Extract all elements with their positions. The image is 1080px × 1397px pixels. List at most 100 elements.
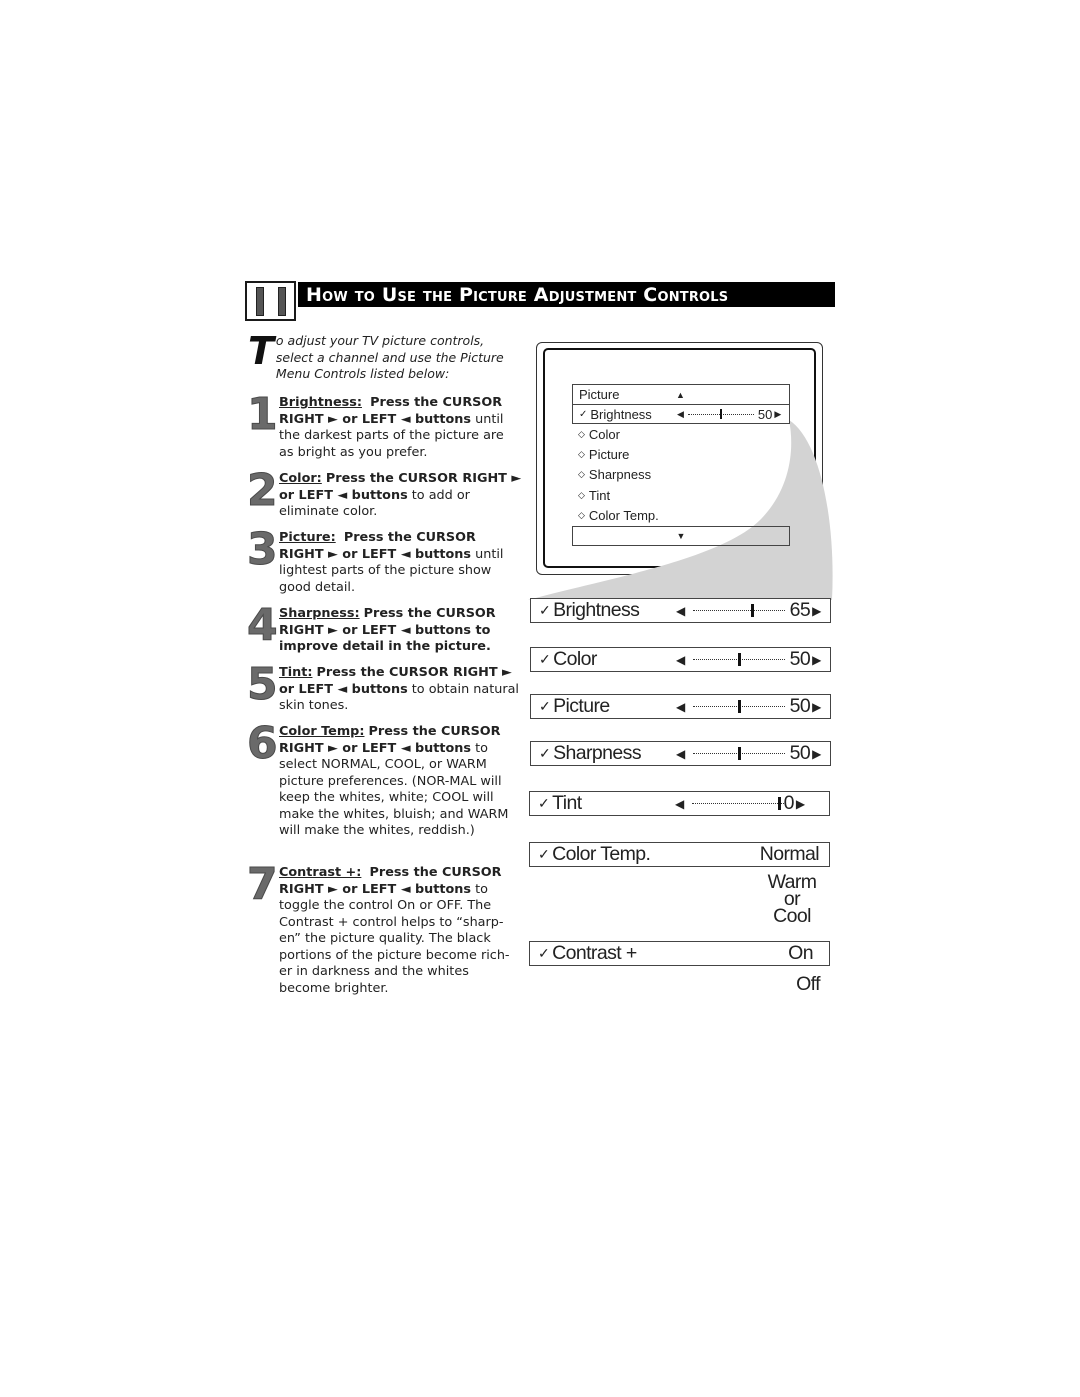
setting-color[interactable]: ✓ Color ◀ 50 ▶ [530,647,831,672]
setting-tint[interactable]: ✓ Tint ◀ 0 ▶ [529,791,830,816]
diamond-icon: ◇ [578,489,585,500]
mini-brightness-slider[interactable]: ◀ 50 ▶ [677,407,781,422]
check-icon: ✓ [539,745,551,761]
setting-label: Contrast + [552,942,637,964]
right-arrow-icon[interactable]: ▶ [812,604,821,618]
step-color-temp: 6 Color Temp: Press the CURSOR RIGHT ► o… [247,718,522,840]
left-arrow-icon[interactable]: ◀ [676,604,685,618]
left-arrow-icon[interactable]: ◀ [676,653,685,667]
tv-menu-item-sharpness[interactable]: ◇ Sharpness [572,465,790,485]
color-slider[interactable]: ◀ 50 ▶ [676,648,821,671]
step-color: 2 Color: Press the CURSOR RIGHT ► or LEF… [247,465,522,521]
slider-track [692,747,785,760]
diamond-icon: ◇ [578,428,585,439]
slider-value: 50 [789,742,811,764]
setting-brightness[interactable]: ✓ Brightness ◀ 65 ▶ [530,598,831,623]
tv-menu-item-color[interactable]: ◇ Color [572,424,790,444]
picture-slider[interactable]: ◀ 50 ▶ [676,695,821,718]
contrast-value: On [788,942,813,964]
tv-menu-item-picture[interactable]: ◇ Picture [572,444,790,464]
tv-menu-item-brightness[interactable]: ✓ Brightness ◀ 50 ▶ [572,404,790,424]
left-arrow-icon[interactable]: ◀ [677,409,684,420]
left-arrow-icon[interactable]: ◀ [675,797,684,811]
right-arrow-icon[interactable]: ▶ [812,747,821,761]
sharpness-slider[interactable]: ◀ 50 ▶ [676,742,821,765]
contrast-option-off: Off [796,973,820,995]
slider-track [687,408,754,419]
tv-menu-item-label: Picture [588,447,630,463]
slider-knob[interactable] [719,408,722,419]
check-icon: ✓ [538,945,550,961]
tint-slider[interactable]: ◀ 0 ▶ [675,792,805,815]
scroll-up-icon[interactable]: ▲ [676,390,685,400]
diamond-icon: ◇ [578,510,585,521]
setting-label: Tint [552,792,582,814]
setting-contrast-plus[interactable]: ✓ Contrast + On [529,941,830,966]
check-icon: ✓ [538,795,550,811]
tv-menu-item-label: Color Temp. [588,508,659,524]
slider-knob[interactable] [751,604,755,617]
check-icon: ✓ [539,602,551,618]
tv-menu-title: Picture [579,387,620,402]
color-temp-option-cool: Cool [773,905,811,927]
right-arrow-icon[interactable]: ▶ [812,653,821,667]
section-title-text: How to Use the Picture Adjustment Contro… [306,283,729,306]
intro-text: o adjust your TV picture controls, selec… [275,333,504,381]
left-arrow-icon[interactable]: ◀ [676,747,685,761]
slider-value: 0 [783,792,795,814]
color-temp-value: Normal [759,843,820,865]
step-label: Brightness: [279,395,362,410]
slider-knob[interactable] [737,653,741,666]
tv-menu-item-tint[interactable]: ◇ Tint [572,485,790,505]
step-description: to toggle the control On or OFF. The Con… [279,881,510,996]
check-icon: ✓ [539,698,551,714]
left-arrow-icon[interactable]: ◀ [676,700,685,714]
slider-track [692,700,785,713]
step-label: Color: [279,471,322,486]
intro-dropcap: T [248,329,274,373]
step-label: Tint: [279,665,313,680]
section-title: How to Use the Picture Adjustment Contro… [298,282,835,307]
step-number: 1 [247,389,279,440]
scroll-down-icon[interactable]: ▼ [677,531,686,541]
brightness-slider[interactable]: ◀ 65 ▶ [676,599,821,622]
step-number: 5 [247,659,279,710]
tv-menu-item-label: Sharpness [588,467,652,483]
step-label: Contrast +: [279,865,362,880]
tv-picture-menu: Picture ▲ ✓ Brightness ◀ 50 ▶ ◇ Color ◇ Pi… [572,384,790,546]
step-number: 2 [247,465,279,516]
setting-label: Sharpness [553,742,641,764]
step-number: 7 [247,859,279,910]
step-sharpness: 4 Sharpness: Press the CURSOR RIGHT ► or… [247,603,522,656]
slider-knob[interactable] [737,747,741,760]
section-number-digit [255,286,264,316]
step-number: 6 [247,718,279,769]
diamond-icon: ◇ [578,449,585,460]
right-arrow-icon[interactable]: ▶ [774,409,781,420]
section-number-badge [245,281,296,321]
color-temp-options: Warm or Cool [760,872,824,927]
setting-label: Picture [553,695,610,717]
setting-sharpness[interactable]: ✓ Sharpness ◀ 50 ▶ [530,741,831,766]
slider-knob[interactable] [737,700,741,713]
tv-menu-item-color-temp[interactable]: ◇ Color Temp. [572,506,790,526]
check-icon: ✓ [538,846,550,862]
tv-menu-footer: ▼ [572,525,790,546]
setting-picture[interactable]: ✓ Picture ◀ 50 ▶ [530,694,831,719]
step-brightness: 1 Brightness: Press the CURSOR RIGHT ► o… [247,389,522,461]
diamond-icon: ◇ [578,469,585,480]
step-number: 3 [247,524,279,575]
right-arrow-icon[interactable]: ▶ [812,700,821,714]
setting-label: Brightness [553,599,640,621]
setting-label: Color [553,648,597,670]
setting-label: Color Temp. [552,843,651,865]
slider-track [691,797,784,810]
slider-track [692,604,785,617]
right-arrow-icon[interactable]: ▶ [796,797,805,811]
tv-menu-item-label: Tint [588,487,611,503]
tv-menu-header: Picture ▲ [572,384,790,404]
slider-knob[interactable] [778,797,782,810]
step-label: Sharpness: [279,606,360,621]
setting-color-temp[interactable]: ✓ Color Temp. Normal [529,842,830,867]
step-contrast-plus: 7 Contrast +: Press the CURSOR RIGHT ► o… [247,859,522,997]
